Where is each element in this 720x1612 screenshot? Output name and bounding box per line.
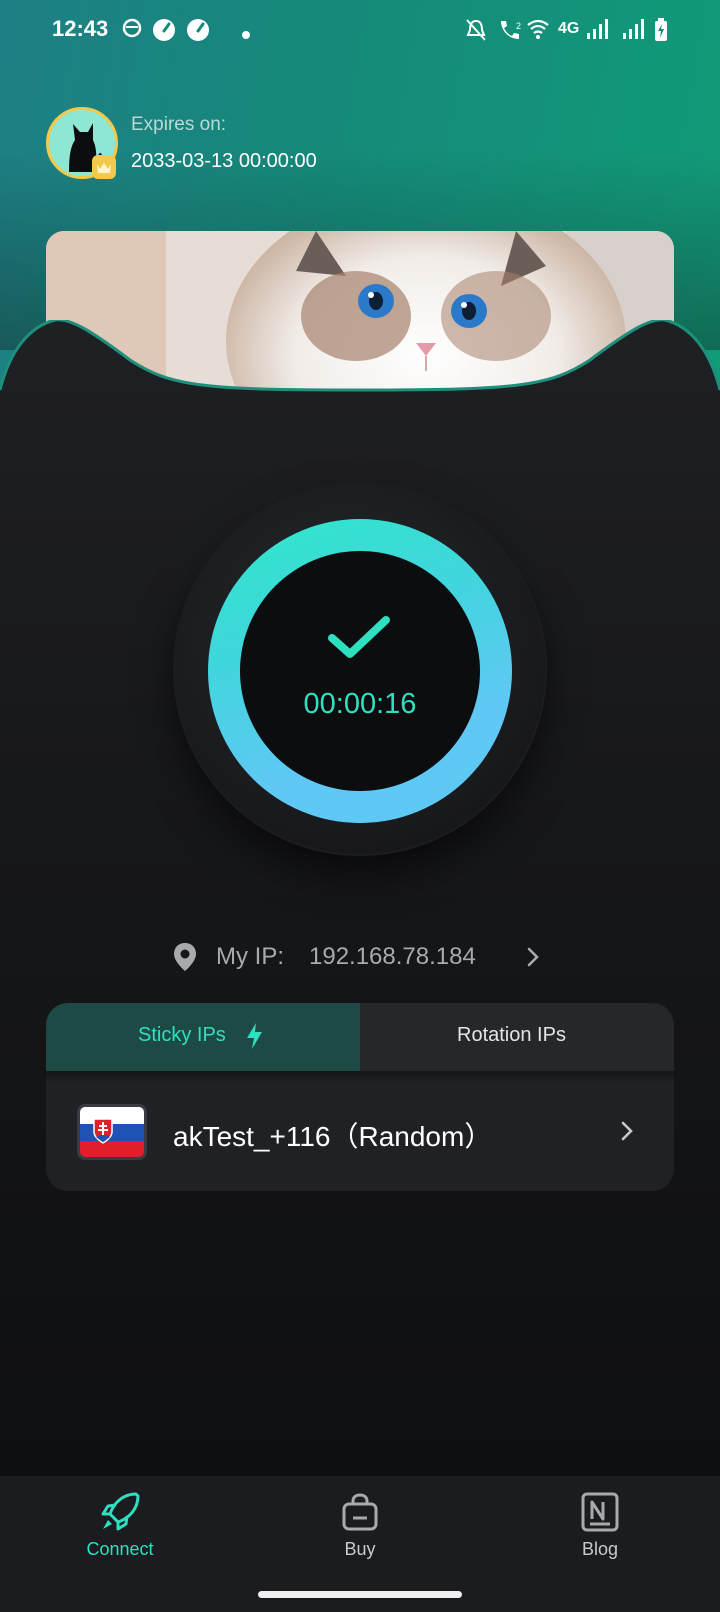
signal-icon: [586, 18, 608, 45]
nav-blog-label: Blog: [581, 1539, 619, 1559]
tab-rotation-ips[interactable]: Rotation IPs: [360, 1003, 674, 1071]
my-ip-value: 192.168.78.184: [309, 943, 476, 970]
expires-date: 2033-03-13 00:00:00: [131, 150, 317, 172]
connection-timer: 00:00:16: [303, 688, 417, 720]
signal-icon: [622, 18, 644, 45]
bag-icon: [340, 1492, 380, 1537]
bell-off-icon: [465, 18, 487, 47]
svg-text:2: 2: [516, 21, 521, 31]
lightning-icon: [244, 1022, 264, 1055]
location-pin-icon: [172, 942, 198, 977]
status-bar: 12:43 2 4G: [0, 0, 720, 60]
nav-connect[interactable]: Connect: [60, 1490, 180, 1562]
vip-crown-icon: [92, 155, 116, 179]
my-ip-label: My IP:: [216, 943, 285, 970]
speed-icon: [152, 18, 176, 47]
network-type-label: 4G: [558, 20, 580, 37]
nav-blog[interactable]: Blog: [540, 1490, 660, 1562]
battery-charging-icon: [654, 18, 668, 47]
nav-connect-label: Connect: [86, 1539, 154, 1559]
slovakia-flag-icon: [77, 1104, 147, 1160]
connect-button-center[interactable]: [240, 551, 480, 791]
chevron-right-icon[interactable]: [620, 1120, 634, 1147]
wifi-icon: [526, 18, 550, 45]
rocket-icon: [98, 1490, 142, 1539]
tab-divider: [46, 1071, 674, 1083]
nav-buy[interactable]: Buy: [300, 1490, 420, 1562]
status-time: 12:43: [52, 16, 109, 41]
app-icon: [122, 18, 142, 43]
home-indicator[interactable]: [258, 1591, 462, 1598]
notification-dot-icon: [242, 26, 250, 44]
server-name[interactable]: akTest_+116（Random）: [173, 1115, 492, 1155]
call-icon: 2: [497, 18, 523, 47]
news-icon: [581, 1492, 619, 1537]
expires-label: Expires on:: [131, 114, 227, 135]
speed-icon: [186, 18, 210, 47]
tab-sticky-ips-label: Sticky IPs: [138, 1024, 226, 1046]
tab-rotation-ips-label: Rotation IPs: [457, 1024, 566, 1046]
nav-buy-label: Buy: [344, 1539, 376, 1559]
proxy-card: Sticky IPs Rotation IPs akTest_+116（Rand…: [46, 1003, 674, 1191]
chevron-right-icon[interactable]: [526, 946, 540, 973]
tab-sticky-ips[interactable]: Sticky IPs: [46, 1003, 360, 1071]
checkmark-icon: [326, 614, 394, 671]
